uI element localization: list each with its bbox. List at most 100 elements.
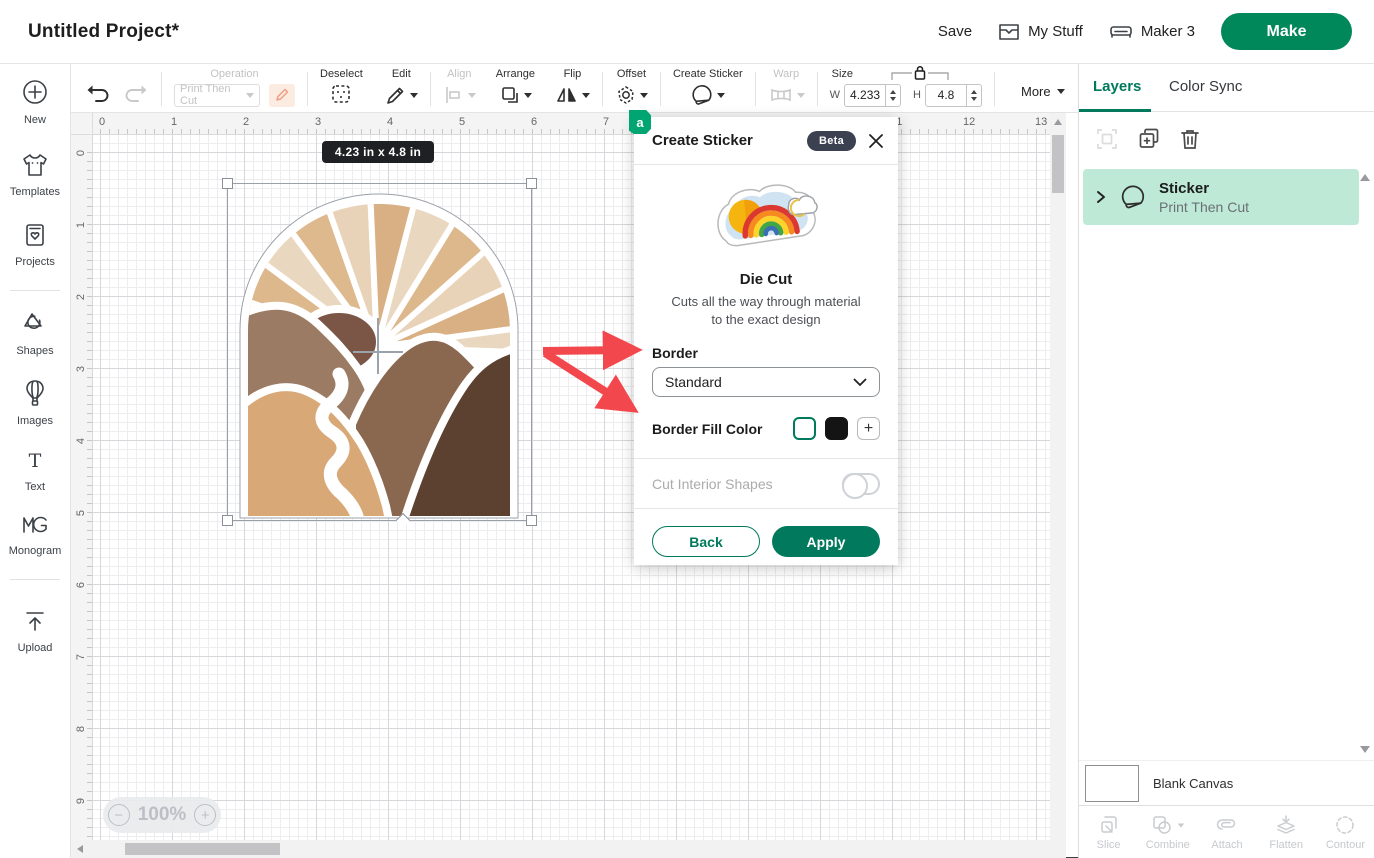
redo-button[interactable] — [123, 82, 149, 106]
canvas-vertical-scrollbar[interactable] — [1050, 113, 1066, 840]
more-menu-button[interactable]: More — [1021, 84, 1065, 99]
zoom-control: − 100% + — [103, 797, 221, 833]
sidebar-item-templates[interactable]: Templates — [10, 152, 60, 198]
attach-icon — [1214, 813, 1240, 837]
zoom-level: 100% — [138, 804, 187, 826]
layer-row-sticker[interactable]: Sticker Print Then Cut — [1083, 169, 1359, 225]
save-button[interactable]: Save — [938, 23, 972, 40]
combine-icon — [1150, 813, 1174, 837]
panel-scroll-up-arrow[interactable] — [1360, 174, 1370, 181]
machine-select[interactable]: Maker 3 — [1109, 23, 1195, 41]
scroll-left-arrow[interactable] — [77, 845, 83, 853]
tshirt-icon — [21, 152, 49, 183]
new-plus-icon — [21, 78, 49, 111]
align-button[interactable]: Align — [443, 68, 476, 108]
align-icon — [443, 84, 465, 106]
tab-layers[interactable]: Layers — [1093, 78, 1141, 95]
operation-group: Operation Print Then Cut — [174, 68, 295, 108]
design-canvas[interactable]: 4.23 in x 4.8 in − 100% + — [93, 135, 1050, 840]
project-title: Untitled Project* — [28, 21, 179, 43]
create-sticker-button[interactable]: Create Sticker — [673, 68, 743, 108]
cut-interior-toggle[interactable] — [842, 473, 880, 495]
scrollbar-thumb[interactable] — [125, 843, 280, 855]
panel-scroll-down-arrow[interactable] — [1360, 746, 1370, 753]
tab-color-sync[interactable]: Color Sync — [1169, 78, 1242, 95]
fill-color-black-swatch[interactable] — [825, 417, 848, 440]
edit-toolbar: Operation Print Then Cut Deselect Edit — [71, 64, 1078, 113]
sidebar-item-new[interactable]: New — [21, 78, 49, 126]
close-icon[interactable] — [868, 133, 884, 149]
scroll-up-arrow[interactable] — [1054, 119, 1062, 125]
sidebar-item-shapes[interactable]: Shapes — [16, 311, 53, 357]
sidebar-item-text[interactable]: T Text — [23, 449, 47, 493]
zoom-out-button[interactable]: − — [108, 804, 130, 826]
resize-handle-top-left[interactable] — [222, 178, 233, 189]
ruler-tick-label: 8 — [71, 723, 91, 795]
color-swatch-button[interactable] — [269, 84, 295, 107]
redo-icon — [123, 82, 149, 106]
chevron-down-icon — [582, 93, 590, 98]
combine-button[interactable]: Combine — [1138, 806, 1197, 858]
die-cut-title: Die Cut — [652, 271, 880, 288]
canvas-horizontal-scrollbar[interactable] — [71, 840, 1066, 858]
undo-button[interactable] — [85, 82, 111, 106]
duplicate-icon[interactable] — [1137, 127, 1161, 151]
apply-button[interactable]: Apply — [772, 526, 880, 557]
back-button[interactable]: Back — [652, 526, 760, 557]
vertical-ruler: 0123456789 — [71, 135, 93, 840]
svg-text:T: T — [29, 450, 42, 472]
envelope-icon — [998, 23, 1020, 41]
sidebar-item-projects[interactable]: Projects — [15, 222, 55, 268]
sidebar-item-monogram[interactable]: Monogram — [9, 513, 62, 557]
edit-menu-button[interactable]: Edit — [385, 68, 418, 108]
operation-select[interactable]: Print Then Cut — [174, 84, 260, 107]
resize-handle-bottom-right[interactable] — [526, 515, 537, 526]
deselect-button[interactable]: Deselect — [320, 68, 363, 106]
expand-chevron-icon[interactable] — [1095, 190, 1107, 204]
width-input[interactable]: 4.233 — [844, 84, 901, 107]
group-icon[interactable] — [1095, 127, 1119, 151]
sidebar-item-images[interactable]: Images — [17, 379, 53, 427]
fill-color-white-swatch[interactable] — [793, 417, 816, 440]
add-color-button[interactable]: + — [857, 417, 880, 440]
chevron-down-icon — [640, 93, 648, 98]
flatten-icon — [1274, 813, 1298, 837]
offset-button[interactable]: Offset — [615, 68, 648, 108]
trash-icon[interactable] — [1179, 127, 1201, 151]
zoom-in-button[interactable]: + — [194, 804, 216, 826]
ruler-tick-label: 13 — [1029, 113, 1050, 134]
scrollbar-thumb[interactable] — [1052, 135, 1064, 193]
slice-button[interactable]: Slice — [1079, 806, 1138, 858]
border-select[interactable]: Standard — [652, 367, 880, 397]
ruler-tick-label: 5 — [71, 507, 91, 579]
size-group: Size W 4.233 H 4.8 — [830, 68, 982, 108]
ruler-tick-label: 6 — [525, 113, 597, 134]
layer-subtitle: Print Then Cut — [1159, 199, 1249, 215]
attach-button[interactable]: Attach — [1197, 806, 1256, 858]
die-cut-description: Cuts all the way through material to the… — [671, 293, 861, 328]
sidebar-item-upload[interactable]: Upload — [18, 608, 53, 654]
lock-linked-icon[interactable] — [888, 65, 952, 81]
resize-handle-bottom-left[interactable] — [222, 515, 233, 526]
dimension-tooltip: 4.23 in x 4.8 in — [322, 141, 434, 163]
height-input[interactable]: 4.8 — [925, 84, 982, 107]
sidebar: New Templates Projects Shapes Images T T… — [0, 64, 71, 858]
height-stepper[interactable] — [966, 84, 981, 107]
undo-icon — [85, 82, 111, 106]
arrange-button[interactable]: Arrange — [496, 68, 535, 108]
make-button[interactable]: Make — [1221, 13, 1352, 50]
blank-canvas-row[interactable]: Blank Canvas — [1079, 760, 1374, 805]
width-stepper[interactable] — [885, 84, 900, 107]
flip-button[interactable]: Flip — [555, 68, 590, 108]
flatten-button[interactable]: Flatten — [1257, 806, 1316, 858]
contour-button[interactable]: Contour — [1316, 806, 1374, 858]
resize-handle-top-right[interactable] — [526, 178, 537, 189]
cut-interior-label: Cut Interior Shapes — [652, 476, 773, 492]
ruler-tick-label: 3 — [309, 113, 381, 134]
ruler-tick-label: 2 — [237, 113, 309, 134]
ruler-tick-label: 3 — [71, 363, 91, 435]
my-stuff-button[interactable]: My Stuff — [998, 23, 1083, 41]
chevron-down-icon — [1057, 89, 1065, 94]
warp-button[interactable]: Warp — [768, 68, 805, 108]
text-tool-icon: T — [23, 449, 47, 478]
